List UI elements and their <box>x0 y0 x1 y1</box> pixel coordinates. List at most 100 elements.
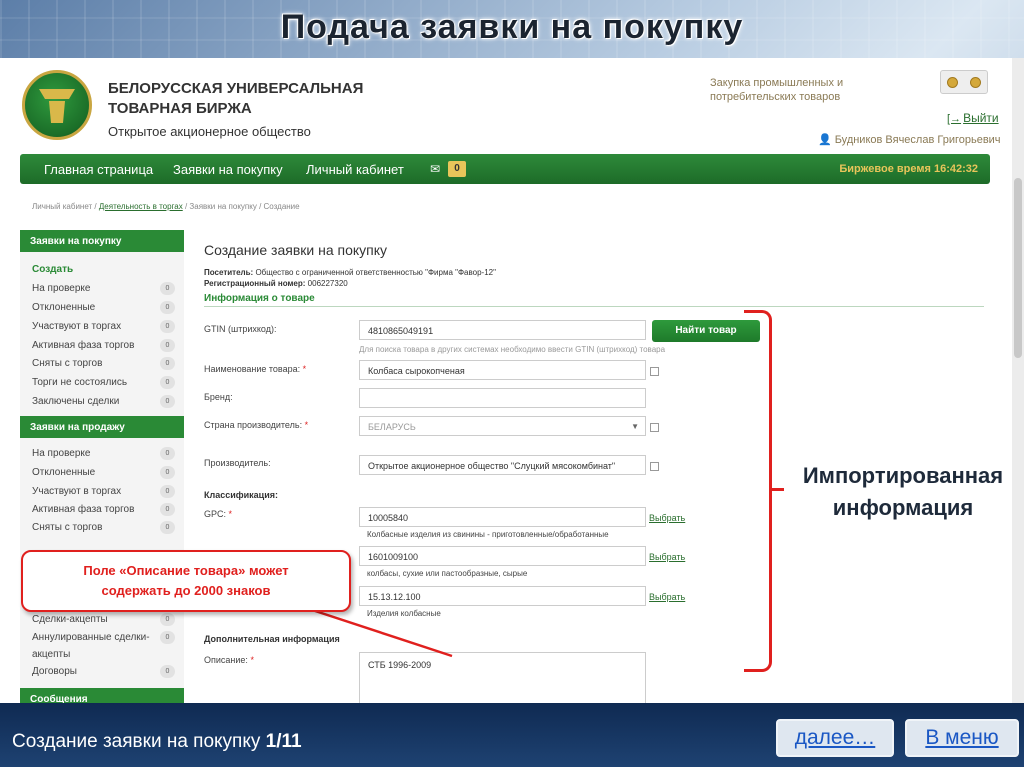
sidebar-item[interactable]: Заключены сделки <box>32 396 119 407</box>
imported-info-bracket <box>744 310 772 672</box>
slide-title: Подача заявки на покупку <box>280 8 744 46</box>
sidebar: Заявки на покупку Создать На проверке 0 … <box>20 230 184 703</box>
footer-page: 1/11 <box>265 731 302 752</box>
sidebar-item-create[interactable]: Создать <box>32 264 73 275</box>
next-button[interactable]: далее… <box>776 719 894 757</box>
sidebar-item[interactable]: Сняты с торгов <box>32 358 102 369</box>
callout-line2: содержать до 2000 знаков <box>101 583 271 598</box>
sidebar-header-messages[interactable]: Сообщения <box>20 688 184 703</box>
gtin-input[interactable]: 4810865049191 <box>359 320 646 340</box>
okrb-code-input[interactable]: 15.13.12.100 <box>359 586 646 606</box>
mail-icon[interactable]: ✉ <box>430 162 440 176</box>
sidebar-count: 0 <box>160 466 175 479</box>
sidebar-item[interactable]: Отклоненные <box>32 302 95 313</box>
sidebar-item[interactable]: Сняты с торгов <box>32 522 102 533</box>
imported-note-line1: Импортированная <box>802 463 1004 488</box>
maker-label: Производитель: <box>204 458 271 468</box>
sidebar-count: 0 <box>160 485 175 498</box>
name-label: Наименование товара: * <box>204 364 306 374</box>
sidebar-count: 0 <box>160 447 175 460</box>
breadcrumb-rest: / Заявки на покупку / Создание <box>184 202 300 211</box>
bracket-tick <box>770 488 784 491</box>
section-title: Информация о товаре <box>204 293 315 304</box>
nav-home[interactable]: Главная страница <box>44 162 153 177</box>
sidebar-count: 0 <box>160 376 175 389</box>
name-label-text: Наименование товара: <box>204 364 301 374</box>
description-callout: Поле «Описание товара» может содержать д… <box>21 550 351 612</box>
sidebar-item[interactable]: Торги не состоялись <box>32 377 127 388</box>
breadcrumb: Личный кабинет / Деятельность в торгах /… <box>32 202 300 211</box>
logout-link[interactable]: [→ Выйти <box>947 111 999 125</box>
sidebar-count: 0 <box>160 395 175 408</box>
sidebar-count: 0 <box>160 503 175 516</box>
country-checkbox[interactable] <box>650 423 659 432</box>
scrollbar-thumb[interactable] <box>1014 178 1022 358</box>
name-checkbox[interactable] <box>650 367 659 376</box>
logout-label: Выйти <box>963 111 999 125</box>
manufacturer-input[interactable]: Открытое акционерное общество "Слуцкий м… <box>359 455 646 475</box>
nav-buy-requests[interactable]: Заявки на покупку <box>173 162 283 177</box>
sidebar-item[interactable]: Участвуют в торгах <box>32 321 121 332</box>
choose-tnved-link[interactable]: Выбрать <box>649 552 685 562</box>
description-label-text: Описание: <box>204 655 248 665</box>
brand-input[interactable] <box>359 388 646 408</box>
org-type: Открытое акционерное общество <box>108 124 311 139</box>
logout-icon: [→ <box>947 113 962 125</box>
org-name-line1: БЕЛОРУССКАЯ УНИВЕРСАЛЬНАЯ <box>108 80 364 97</box>
sidebar-item[interactable]: Аннулированные сделки- <box>32 632 150 643</box>
dropdown-arrow-icon[interactable]: ▼ <box>631 422 639 431</box>
reg-label: Регистрационный номер: <box>204 279 306 288</box>
sidebar-count: 0 <box>160 301 175 314</box>
visitor-label: Посетитель: <box>204 268 254 277</box>
callout-line1: Поле «Описание товара» может <box>83 563 289 578</box>
country-select[interactable]: БЕЛАРУСЬ ▼ <box>359 416 646 436</box>
sidebar-item[interactable]: На проверке <box>32 448 90 459</box>
sidebar-header-sell[interactable]: Заявки на продажу <box>20 416 184 438</box>
sidebar-item[interactable]: Договоры <box>32 666 77 677</box>
sidebar-header-buy[interactable]: Заявки на покупку <box>20 230 184 252</box>
sidebar-count: 0 <box>160 665 175 678</box>
gpc-code-input[interactable]: 10005840 <box>359 507 646 527</box>
gpc-label-text: GPC: <box>204 509 227 519</box>
footer-text: Создание заявки на покупку <box>12 731 261 752</box>
sidebar-item[interactable]: Участвуют в торгах <box>32 486 121 497</box>
choose-gpc-link[interactable]: Выбрать <box>649 513 685 523</box>
breadcrumb-link[interactable]: Деятельность в торгах <box>99 202 183 211</box>
visitor-info: Посетитель: Общество с ограниченной отве… <box>204 268 496 277</box>
menu-button[interactable]: В меню <box>905 719 1019 757</box>
imported-info-note: Импортированная информация <box>786 460 1020 524</box>
breadcrumb-root[interactable]: Личный кабинет / <box>32 202 97 211</box>
exchange-time: Биржевое время 16:42:32 <box>839 163 978 175</box>
sidebar-item[interactable]: На проверке <box>32 283 90 294</box>
description-textarea[interactable]: СТБ 1996-2009 <box>359 652 646 703</box>
flag-icon[interactable] <box>947 76 958 88</box>
classification-title: Классификация: <box>204 490 278 500</box>
sidebar-item[interactable]: Активная фаза торгов <box>32 504 134 515</box>
required-mark: * <box>250 655 254 665</box>
sidebar-item[interactable]: Активная фаза торгов <box>32 340 134 351</box>
country-label-text: Страна производитель: <box>204 420 303 430</box>
current-user[interactable]: 👤 Будников Вячеслав Григорьевич <box>818 133 1001 146</box>
choose-okrb-link[interactable]: Выбрать <box>649 592 685 602</box>
footer-caption: Создание заявки на покупку 1/11 <box>12 731 302 753</box>
sidebar-count: 0 <box>160 320 175 333</box>
language-switcher[interactable] <box>940 70 988 94</box>
sidebar-count: 0 <box>160 613 175 626</box>
user-name: Будников Вячеслав Григорьевич <box>834 134 1001 146</box>
sidebar-count: 0 <box>160 357 175 370</box>
site-tagline: Закупка промышленных и потребительских т… <box>710 77 844 103</box>
tnved-description: колбасы, сухие или пастообразные, сырые <box>367 569 528 578</box>
nav-personal-cabinet[interactable]: Личный кабинет <box>306 162 404 177</box>
flag-icon[interactable] <box>970 76 981 88</box>
description-label: Описание: * <box>204 655 254 665</box>
tnved-code-input[interactable]: 1601009100 <box>359 546 646 566</box>
country-value: БЕЛАРУСЬ <box>368 422 416 432</box>
product-name-input[interactable]: Колбаса сырокопченая <box>359 360 646 380</box>
sidebar-item[interactable]: акцепты <box>32 649 70 660</box>
reg-number: Регистрационный номер: 006227320 <box>204 279 348 288</box>
page-scrollbar[interactable] <box>1012 58 1024 703</box>
user-icon: 👤 <box>818 134 832 146</box>
sidebar-item[interactable]: Сделки-акцепты <box>32 614 108 625</box>
maker-checkbox[interactable] <box>650 462 659 471</box>
sidebar-item[interactable]: Отклоненные <box>32 467 95 478</box>
